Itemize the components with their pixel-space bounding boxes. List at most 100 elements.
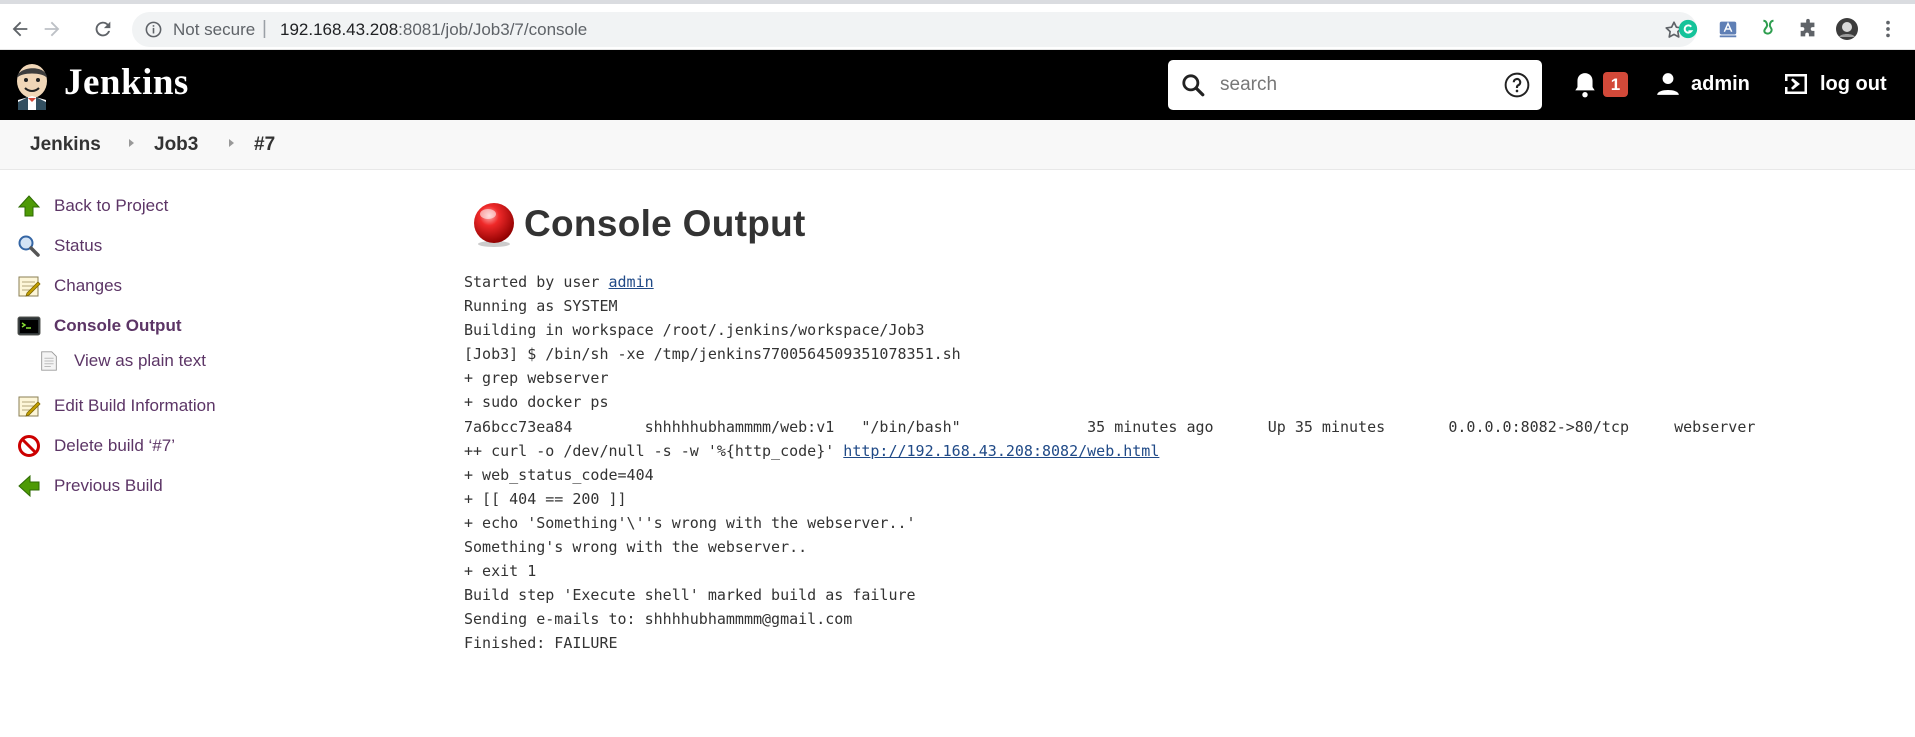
terminal-icon — [16, 313, 42, 339]
sidebar-item-label: Console Output — [54, 316, 182, 335]
address-bar[interactable]: Not secure | 192.168.43.208:8081/job/Job… — [132, 12, 1697, 47]
console-line-text: Something's wrong with the webserver.. — [464, 538, 808, 557]
console-line-text: Running as SYSTEM — [464, 297, 618, 316]
search-input[interactable] — [1220, 70, 1480, 100]
breadcrumb-build[interactable]: #7 — [254, 134, 275, 156]
user-menu[interactable]: admin — [1655, 71, 1750, 97]
console-line-text: Sending e-mails to: shhhhubhammmm@gmail.… — [464, 610, 853, 629]
notification-bell-icon[interactable] — [1572, 71, 1598, 99]
console-link[interactable]: admin — [609, 273, 654, 291]
info-icon[interactable] — [144, 20, 163, 39]
search-box — [1168, 60, 1542, 110]
security-label: Not secure — [173, 20, 256, 39]
sidebar-item-label: Edit Build Information — [54, 396, 216, 415]
back-button[interactable] — [6, 15, 34, 43]
console-line: Something's wrong with the webserver.. — [464, 535, 1755, 559]
document-icon — [36, 348, 62, 374]
browser-toolbar: Not secure | 192.168.43.208:8081/job/Job… — [0, 0, 1915, 50]
console-line: 7a6bcc73ea84 shhhhhubhammmm/web:v1 "/bin… — [464, 415, 1755, 439]
sidebar-item-label: Status — [54, 236, 103, 255]
sidebar-item-previous-build[interactable]: Previous Build — [16, 473, 163, 499]
grammarly-extension-icon[interactable] — [1676, 17, 1700, 41]
back-arrow-icon — [12, 21, 28, 37]
breadcrumb-separator-icon[interactable] — [229, 139, 234, 147]
browser-menu-icon[interactable] — [1876, 17, 1900, 41]
user-icon — [1657, 73, 1679, 95]
sidebar-item-status[interactable]: Status — [16, 233, 102, 259]
console-line: + sudo docker ps — [464, 390, 1755, 414]
sidebar-item-label: Changes — [54, 276, 123, 295]
breadcrumb-separator-icon[interactable] — [129, 139, 134, 147]
sidebar-item-delete-build[interactable]: Delete build ‘#7’ — [16, 433, 175, 459]
left-arrow-icon — [16, 473, 42, 499]
sidebar-item-edit-build-information[interactable]: Edit Build Information — [16, 393, 216, 419]
magnifier-icon — [16, 233, 42, 259]
up-arrow-icon — [16, 193, 42, 219]
console-line: Running as SYSTEM — [464, 294, 1755, 318]
sidebar-item-console-output[interactable]: Console Output — [16, 313, 181, 339]
console-line: Sending e-mails to: shhhhubhammmm@gmail.… — [464, 607, 1755, 631]
url-text: 192.168.43.208:8081/job/Job3/7/console — [280, 20, 587, 40]
page-header: Console Output — [470, 200, 806, 248]
url-host: 192.168.43.208 — [280, 20, 399, 39]
console-line-text: 7a6bcc73ea84 shhhhhubhammmm/web:v1 "/bin… — [464, 417, 1756, 436]
console-line-text: Building in workspace /root/.jenkins/wor… — [464, 321, 925, 340]
jenkins-title[interactable]: Jenkins — [64, 61, 189, 104]
console-line-text: + [[ 404 == 200 ]] — [464, 489, 627, 508]
console-line-text: ++ curl -o /dev/null -s -w '%{http_code}… — [464, 441, 844, 460]
sidebar-item-back-to-project[interactable]: Back to Project — [16, 193, 168, 219]
console-line: Build step 'Execute shell' marked build … — [464, 583, 1755, 607]
console-line-text: [Job3] $ /bin/sh -xe /tmp/jenkins7700564… — [464, 345, 961, 364]
logout-link[interactable]: log out — [1782, 71, 1887, 97]
forward-arrow-icon — [44, 21, 60, 37]
extension-icon[interactable] — [1756, 17, 1780, 41]
translate-extension-icon[interactable] — [1716, 17, 1740, 41]
sidebar-item-label: View as plain text — [74, 351, 206, 370]
console-line: [Job3] $ /bin/sh -xe /tmp/jenkins7700564… — [464, 342, 1755, 366]
logout-label: log out — [1820, 72, 1887, 95]
console-line: Finished: FAILURE — [464, 631, 1755, 655]
breadcrumb: Jenkins Job3 #7 — [0, 120, 1915, 170]
console-line: + exit 1 — [464, 559, 1755, 583]
help-icon[interactable] — [1504, 72, 1530, 98]
sidebar-item-label: Delete build ‘#7’ — [54, 436, 175, 455]
console-line-text: Finished: FAILURE — [464, 634, 618, 653]
jenkins-logo-icon[interactable] — [12, 60, 52, 110]
notepad-icon — [16, 273, 42, 299]
url-path: :8081/job/Job3/7/console — [398, 20, 588, 39]
console-line: + [[ 404 == 200 ]] — [464, 487, 1755, 511]
sidebar-item-view-as-plain-text[interactable]: View as plain text — [36, 348, 206, 374]
console-line: + web_status_code=404 — [464, 463, 1755, 487]
reload-button[interactable] — [89, 15, 117, 43]
console-output: Started by user admin Running as SYSTEM Bu… — [464, 270, 1755, 656]
console-line: Started by user admin — [464, 270, 1755, 294]
no-entry-icon — [16, 433, 42, 459]
breadcrumb-jenkins[interactable]: Jenkins — [30, 134, 101, 156]
breadcrumb-job[interactable]: Job3 — [154, 134, 198, 156]
console-line-text: Started by user — [464, 273, 609, 291]
logout-icon — [1783, 74, 1807, 94]
console-line-text: Build step 'Execute shell' marked build … — [464, 586, 916, 605]
console-line: + echo 'Something'\''s wrong with the we… — [464, 511, 1755, 535]
console-line-text: + exit 1 — [464, 562, 537, 581]
notepad-icon — [16, 393, 42, 419]
search-icon — [1182, 74, 1205, 97]
console-line-text: + sudo docker ps — [464, 393, 609, 412]
profile-avatar-icon[interactable] — [1835, 17, 1859, 41]
console-line-text: + grep webserver — [464, 369, 609, 388]
build-status-red-ball-icon — [474, 203, 514, 247]
forward-button[interactable] — [38, 15, 66, 43]
omnibox-separator: | — [262, 18, 267, 39]
console-line: Building in workspace /root/.jenkins/wor… — [464, 318, 1755, 342]
puzzle-extensions-icon[interactable] — [1796, 17, 1820, 41]
user-name: admin — [1691, 72, 1750, 95]
page-title: Console Output — [524, 203, 806, 244]
console-link[interactable]: http://192.168.43.208:8082/web.html — [843, 442, 1159, 460]
sidebar-item-label: Previous Build — [54, 476, 163, 495]
reload-icon — [95, 21, 111, 37]
console-line: + grep webserver — [464, 366, 1755, 390]
notification-count-badge[interactable]: 1 — [1603, 72, 1628, 97]
sidebar-item-changes[interactable]: Changes — [16, 273, 122, 299]
console-line-text: + echo 'Something'\''s wrong with the we… — [464, 513, 916, 532]
jenkins-header: Jenkins 1 admin log out — [0, 50, 1915, 120]
